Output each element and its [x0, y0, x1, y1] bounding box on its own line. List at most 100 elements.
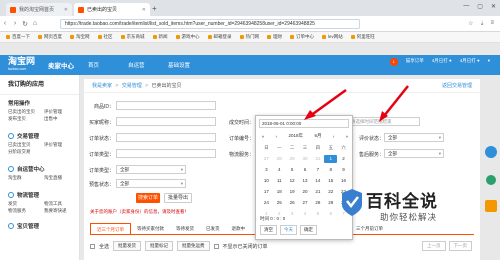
calendar-day[interactable]: 1 — [324, 155, 338, 163]
batch-ship-button[interactable]: 批量发货 — [113, 241, 142, 251]
item-id-input[interactable] — [116, 101, 216, 110]
order-category-select[interactable]: 全部 — [116, 165, 186, 174]
bookmark[interactable]: 热门网 — [239, 34, 259, 40]
seller-center-title[interactable]: 卖家中心 — [48, 60, 88, 70]
menu-icon[interactable]: ≡ — [490, 20, 494, 27]
month-select[interactable]: 6月 — [314, 133, 321, 139]
bookmark[interactable]: 阿里旺旺 — [350, 34, 375, 40]
calendar-day[interactable]: 30 — [299, 155, 312, 163]
prev-year-icon[interactable]: « — [262, 134, 265, 139]
breadcrumb-home[interactable]: 我是卖家 — [92, 83, 112, 89]
bookmark[interactable]: 社区 — [97, 34, 113, 40]
year-select[interactable]: 2018年 — [289, 133, 304, 139]
calendar-day[interactable]: 13 — [299, 177, 312, 185]
account-notice[interactable]: 关于您的账户（卖家身份）的信息，请及时查看！ — [90, 209, 189, 215]
tab-recent-orders[interactable]: 近三个月订单 — [90, 223, 131, 234]
close-icon[interactable]: ✕ — [142, 7, 146, 13]
bookmark[interactable]: 新闻 — [152, 34, 168, 40]
bookmark[interactable]: 订单中心 — [290, 34, 314, 40]
maximize-icon[interactable]: ▢ — [477, 3, 483, 10]
download-icon[interactable]: ⇣ — [479, 20, 484, 27]
calendar-day[interactable]: 27 — [260, 155, 273, 163]
today-button[interactable]: 今天 — [280, 225, 297, 235]
calendar-day[interactable]: 31 — [311, 155, 324, 163]
star-icon[interactable]: ☆ — [468, 20, 473, 27]
calendar-day[interactable]: 24 — [260, 199, 273, 207]
next-month-icon[interactable]: › — [333, 134, 335, 139]
order-status-input[interactable] — [116, 133, 216, 142]
close-window-icon[interactable]: ✕ — [491, 3, 496, 10]
nav-basic-settings[interactable]: 基础设置 — [168, 61, 208, 69]
sidebar-link[interactable]: 淘宝直播 — [44, 175, 74, 181]
tab-my-taobao[interactable]: 我的淘宝网首页 ✕ — [6, 3, 72, 16]
header-item[interactable]: 猫享订单 — [406, 58, 424, 66]
back-to-trade-link[interactable]: 返回交易管理 — [442, 79, 472, 93]
calendar-day[interactable]: 20 — [299, 188, 312, 196]
bookmark[interactable]: 淘宝网 — [70, 34, 90, 40]
taobao-logo[interactable]: 淘宝网 taobao.com — [0, 57, 48, 73]
calendar-day[interactable]: 4 — [273, 166, 286, 174]
rate-select[interactable]: 全部 — [384, 133, 444, 142]
sidebar-link[interactable]: 发布宝贝 — [8, 116, 38, 122]
sidebar-link[interactable]: 评价管理 — [44, 109, 74, 115]
header-item[interactable]: 4月已打 ● — [432, 58, 452, 66]
calendar-day[interactable]: 10 — [260, 177, 273, 185]
calendar-day[interactable]: 9 — [337, 166, 350, 174]
calendar-day[interactable]: 11 — [273, 177, 286, 185]
calendar-day[interactable]: 8 — [324, 166, 337, 174]
calendar-day[interactable]: 5 — [286, 166, 299, 174]
calendar-day[interactable]: 28 — [273, 155, 286, 163]
sidebar-link[interactable]: 分阶段交易 — [8, 149, 38, 155]
batch-free-shipping-button[interactable]: 批量免运费 — [177, 241, 210, 251]
hide-closed-checkbox[interactable] — [213, 243, 219, 249]
sidebar-link[interactable]: 已卖出的宝贝 — [8, 109, 38, 115]
reload-icon[interactable]: ↻ — [20, 20, 30, 28]
calendar-day[interactable]: 4 — [299, 210, 312, 218]
next-year-icon[interactable]: » — [346, 134, 349, 139]
order-type-input[interactable] — [116, 149, 216, 158]
bookmark[interactable]: 网页百度 — [38, 34, 62, 40]
calendar-day[interactable]: 7 — [311, 166, 324, 174]
calendar-day[interactable]: 3 — [260, 166, 273, 174]
header-item[interactable]: 4月已打 ● — [460, 58, 480, 66]
prev-month-icon[interactable]: ‹ — [276, 134, 278, 139]
calendar-day[interactable]: 3 — [286, 210, 299, 218]
bookmark[interactable]: 京东商城 — [120, 34, 145, 40]
select-all-checkbox[interactable] — [90, 243, 95, 249]
buyer-input[interactable] — [116, 117, 216, 126]
next-page-button[interactable]: 下一页 — [448, 241, 472, 251]
new-tab-icon[interactable]: + — [152, 4, 157, 13]
sidebar-link[interactable]: 已卖出宝贝 — [8, 142, 38, 148]
calendar-day[interactable]: 18 — [273, 188, 286, 196]
sidebar-link[interactable]: 物流工具 — [44, 201, 74, 207]
tab-shipped[interactable]: 已发货 — [200, 223, 226, 234]
calendar-day[interactable]: 14 — [311, 177, 324, 185]
bookmark[interactable]: 百度一下 — [6, 34, 30, 40]
search-orders-button[interactable]: 搜索订单 — [136, 193, 160, 203]
calendar-day[interactable]: 12 — [286, 177, 299, 185]
calendar-day[interactable]: 6 — [299, 166, 312, 174]
breadcrumb-trade[interactable]: 交易管理 — [122, 83, 142, 89]
url-input[interactable]: https://trade.taobao.com/trade/itemlist/… — [60, 19, 360, 29]
nav-home[interactable]: 首页 — [88, 61, 128, 69]
prev-page-button[interactable]: 上一页 — [422, 241, 446, 251]
calendar-day[interactable]: 26 — [286, 199, 299, 207]
nav-self-operation[interactable]: 自运营 — [128, 61, 168, 69]
notification-badge[interactable]: 1 — [389, 58, 398, 66]
sidebar-link[interactable]: 评价管理 — [44, 142, 74, 148]
export-button[interactable]: 批量导出 — [164, 193, 192, 203]
calendar-day[interactable]: 19 — [286, 188, 299, 196]
chevron-down-icon[interactable]: ▾ — [488, 58, 490, 66]
presale-select[interactable]: 全部 — [116, 179, 186, 188]
sidebar-link[interactable]: 出售中 — [44, 116, 74, 122]
time-selector[interactable]: 时间 0 : 0 : 0 — [260, 216, 285, 222]
tab-sold-items[interactable]: 已卖出的宝贝 ✕ — [74, 3, 150, 16]
home-icon[interactable]: ⌂ — [30, 20, 40, 27]
bookmark[interactable]: lev网站 — [322, 34, 343, 40]
calendar-day[interactable]: 25 — [273, 199, 286, 207]
confirm-button[interactable]: 确定 — [300, 225, 317, 235]
tab-refunding[interactable]: 退款中 — [226, 223, 252, 234]
close-icon[interactable]: ✕ — [64, 7, 68, 13]
tab-await-payment[interactable]: 等待买家付款 — [131, 223, 170, 234]
sidebar-title[interactable]: 我订购的应用 — [0, 75, 79, 95]
